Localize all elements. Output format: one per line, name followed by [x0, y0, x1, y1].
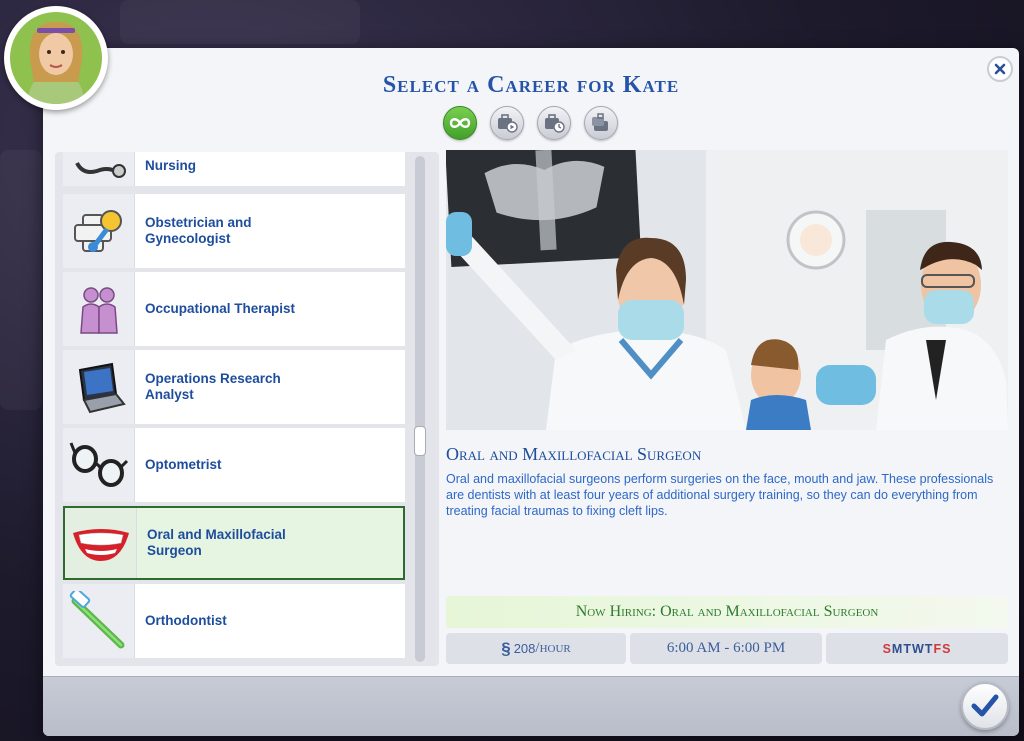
- people-icon: [79, 287, 118, 334]
- pay-unit: /hour: [535, 640, 571, 656]
- list-item-operations-research-analyst[interactable]: Operations Research Analyst: [63, 350, 405, 424]
- career-title: Oral and Maxillofacial Surgeon: [446, 444, 702, 464]
- glasses-icon: [69, 442, 128, 487]
- freelance-icon: [592, 113, 608, 131]
- scrollbar-thumb[interactable]: [414, 426, 426, 456]
- background-panel: [0, 150, 42, 410]
- career-label: Operations Research Analyst: [145, 371, 281, 402]
- filter-all-button[interactable]: [443, 106, 477, 140]
- career-label: Nursing: [145, 158, 197, 173]
- filter-part-time-button[interactable]: [537, 106, 571, 140]
- smile-icon: [72, 529, 129, 561]
- day-tuesday: T: [903, 641, 912, 656]
- confirm-button[interactable]: [961, 682, 1009, 730]
- background-panel: [120, 0, 360, 44]
- list-item-occupational-therapist[interactable]: Occupational Therapist: [63, 272, 405, 346]
- pay-amount: 208: [513, 641, 536, 656]
- active-career-icon: [498, 114, 518, 133]
- career-photo: [446, 150, 1008, 430]
- work-hours: 6:00 AM - 6:00 PM: [630, 633, 822, 664]
- list-item-oral-surgeon[interactable]: Oral and Maxillofacial Surgeon: [63, 506, 405, 580]
- list-item-obstetrician[interactable]: Obstetrician and Gynecologist: [63, 194, 405, 268]
- simoleon-icon: §: [501, 638, 511, 658]
- list-item-optometrist[interactable]: Optometrist: [63, 428, 405, 502]
- list-item-nursing[interactable]: Nursing: [63, 152, 405, 186]
- career-label: Occupational Therapist: [145, 301, 296, 316]
- all-careers-icon: [449, 118, 471, 128]
- career-label: Orthodontist: [145, 613, 227, 628]
- dialog-footer: [43, 676, 1019, 736]
- career-description: Oral and maxillofacial surgeons perform …: [446, 472, 994, 518]
- day-sunday: S: [882, 641, 892, 656]
- pay-rate: § 208 /hour: [446, 633, 626, 664]
- day-wednesday: W: [911, 641, 925, 656]
- list-item-orthodontist[interactable]: Orthodontist: [63, 584, 405, 658]
- stethoscope-icon: [74, 162, 126, 178]
- close-button[interactable]: [987, 56, 1013, 82]
- sim-avatar: [4, 6, 108, 110]
- close-icon: [994, 63, 1006, 75]
- career-dialog: Select a Career for Kate Nursing Obstetr…: [43, 48, 1019, 736]
- part-time-icon: [545, 114, 565, 133]
- work-days: S M T W T F S: [826, 633, 1008, 664]
- career-label: Optometrist: [145, 457, 222, 472]
- day-saturday: S: [942, 641, 952, 656]
- career-label: Obstetrician and Gynecologist: [145, 215, 252, 246]
- day-friday: F: [933, 641, 943, 656]
- laptop-icon: [78, 362, 126, 414]
- checkmark-icon: [971, 694, 999, 717]
- day-thursday: T: [924, 641, 934, 656]
- dialog-title: Select a Career for Kate: [382, 72, 680, 98]
- now-hiring-banner: Now Hiring: Oral and Maxillofacial Surge…: [446, 596, 1008, 628]
- filter-active-career-button[interactable]: [490, 106, 524, 140]
- career-label: Oral and Maxillofacial Surgeon: [147, 527, 286, 558]
- toothbrush-icon: [69, 591, 124, 649]
- filter-freelance-button[interactable]: [584, 106, 618, 140]
- career-filter-row: [443, 106, 618, 140]
- scrollbar-track[interactable]: [415, 156, 425, 662]
- baby-rattle-icon: [73, 210, 122, 252]
- day-monday: M: [891, 641, 904, 656]
- career-list[interactable]: Nursing Obstetrician and Gynecologist Oc…: [55, 152, 439, 666]
